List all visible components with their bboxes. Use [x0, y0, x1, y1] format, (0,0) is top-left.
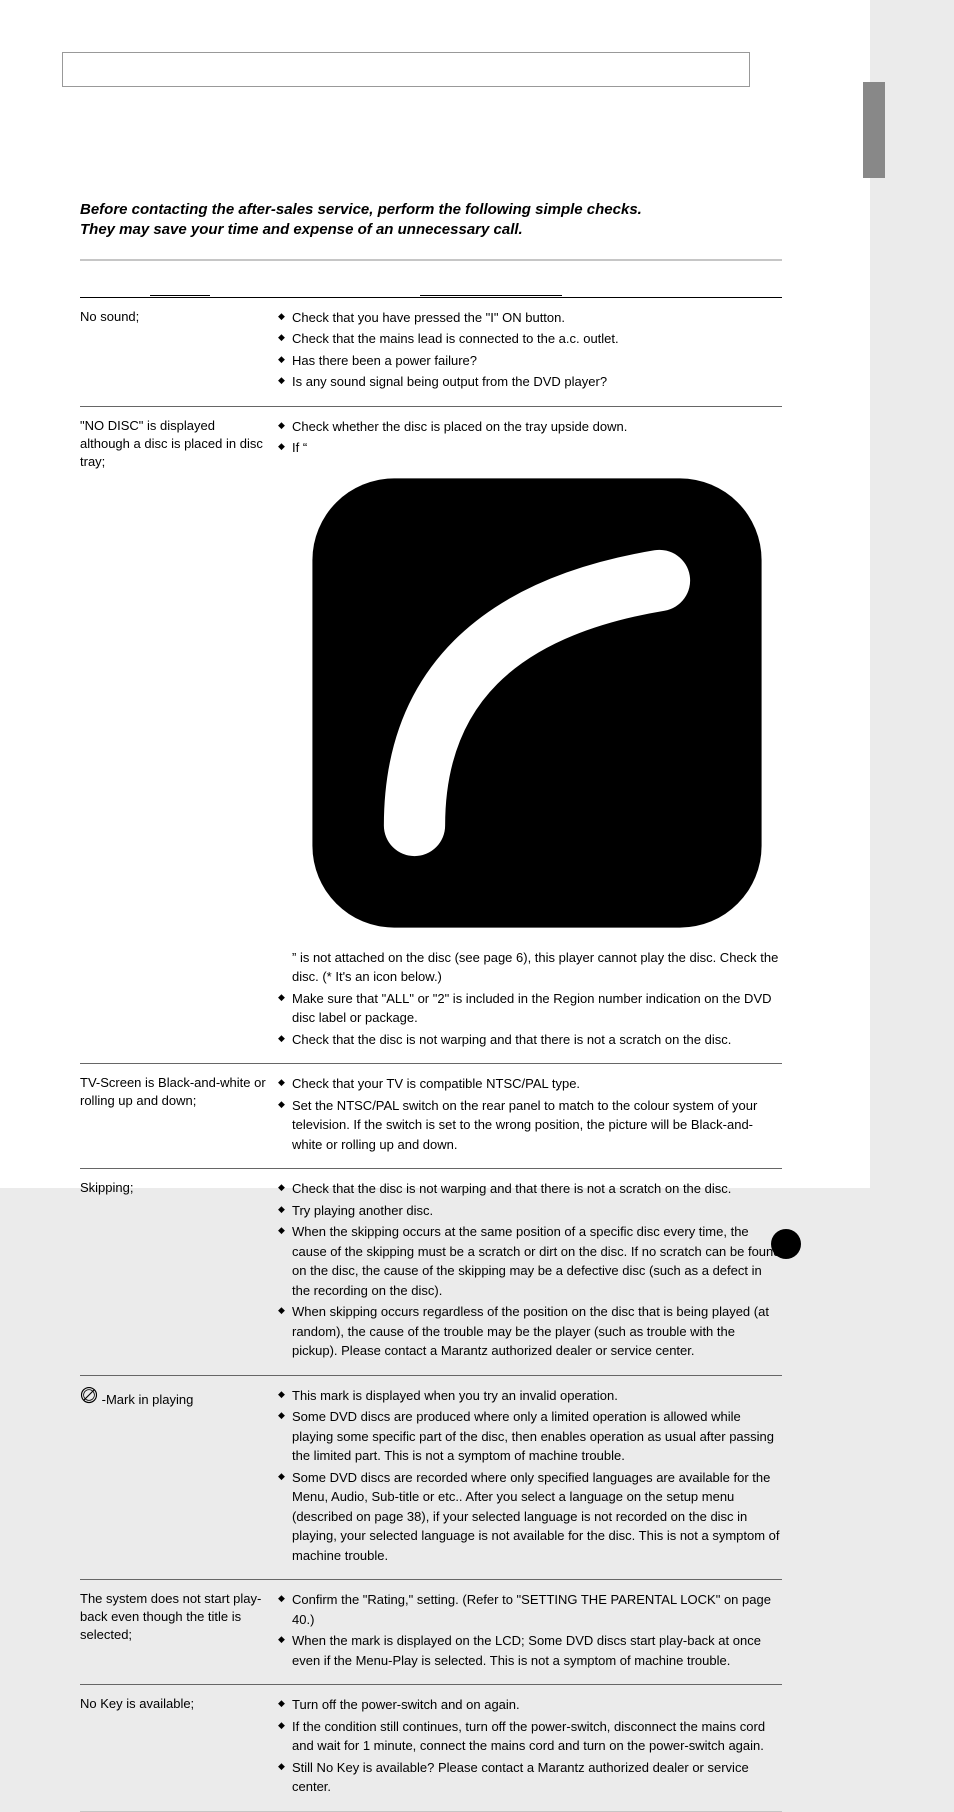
explanation-item: Has there been a power failure? [278, 351, 782, 371]
table-row: The system does not start play-back even… [80, 1580, 782, 1685]
explanation-item: Some DVD discs are recorded where only s… [278, 1468, 782, 1566]
explanation-cell: Check that you have pressed the "I" ON b… [278, 308, 782, 394]
intro-line-2: They may save your time and expense of a… [80, 221, 523, 238]
explanation-item: When the mark is displayed on the LCD; S… [278, 1631, 782, 1670]
page-background: Before contacting the after-sales servic… [0, 0, 885, 1335]
explanation-item: Some DVD discs are produced where only a… [278, 1407, 782, 1466]
explanation-cell: Confirm the "Rating," setting. (Refer to… [278, 1590, 782, 1672]
compact-disc-icon [292, 458, 782, 948]
explanation-item: Make sure that "ALL" or "2" is included … [278, 989, 782, 1028]
explanation-item: This mark is displayed when you try an i… [278, 1386, 782, 1406]
explanation-item: If the condition still continues, turn o… [278, 1717, 782, 1756]
explanation-item: If “ ” is not attached on the disc (see … [278, 438, 782, 987]
problem-text: -Mark in playing [102, 1392, 194, 1407]
explanation-item: When the skipping occurs at the same pos… [278, 1222, 782, 1300]
problem-cell: No sound; [80, 308, 278, 394]
title-box [62, 52, 750, 87]
intro-text: Before contacting the after-sales servic… [80, 200, 782, 241]
explanation-item: Confirm the "Rating," setting. (Refer to… [278, 1590, 782, 1629]
table-row: -Mark in playing This mark is displayed w… [80, 1376, 782, 1581]
explanation-item: Try playing another disc. [278, 1201, 782, 1221]
problem-cell: TV-Screen is Black-and-white or rolling … [80, 1074, 278, 1156]
explanation-item: Check that the mains lead is connected t… [278, 329, 782, 349]
explanation-cell: This mark is displayed when you try an i… [278, 1386, 782, 1568]
explanation-cell: Turn off the power-switch and on again.I… [278, 1695, 782, 1799]
intro-line-1: Before contacting the after-sales servic… [80, 201, 642, 218]
problem-cell: -Mark in playing [80, 1386, 278, 1568]
explanation-item: Still No Key is available? Please contac… [278, 1758, 782, 1797]
problem-cell: No Key is available; [80, 1695, 278, 1799]
explanation-item: When skipping occurs regardless of the p… [278, 1302, 782, 1361]
table-header-row: Problem Explanation/Solution [80, 275, 782, 295]
page-number-circle [771, 1229, 801, 1259]
table-row: TV-Screen is Black-and-white or rolling … [80, 1064, 782, 1169]
problem-cell: The system does not start play-back even… [80, 1590, 278, 1672]
column-header-explanation: Explanation/Solution [420, 275, 782, 295]
content-area: Before contacting the after-sales servic… [80, 200, 782, 1812]
table-row: Skipping;Check that the disc is not warp… [80, 1169, 782, 1376]
table-row: No Key is available;Turn off the power-s… [80, 1685, 782, 1812]
table-row: "NO DISC" is displayed although a disc i… [80, 407, 782, 1065]
problem-cell: "NO DISC" is displayed although a disc i… [80, 417, 278, 1052]
explanation-item: Check that your TV is compatible NTSC/PA… [278, 1074, 782, 1094]
explanation-item: Check that you have pressed the "I" ON b… [278, 308, 782, 328]
explanation-cell: Check whether the disc is placed on the … [278, 417, 782, 1052]
separator-top [80, 259, 782, 261]
prohibited-icon [80, 1386, 98, 1404]
table-body: No sound;Check that you have pressed the… [80, 298, 782, 1812]
explanation-item: Is any sound signal being output from th… [278, 372, 782, 392]
explanation-item: Check that the disc is not warping and t… [278, 1030, 782, 1050]
table-row: No sound;Check that you have pressed the… [80, 298, 782, 407]
edge-tab [863, 82, 885, 178]
explanation-item: Check whether the disc is placed on the … [278, 417, 782, 437]
explanation-item: Set the NTSC/PAL switch on the rear pane… [278, 1096, 782, 1155]
explanation-item: Turn off the power-switch and on again. [278, 1695, 782, 1715]
column-header-problem: Problem [80, 275, 420, 295]
explanation-item: Check that the disc is not warping and t… [278, 1179, 782, 1199]
explanation-cell: Check that your TV is compatible NTSC/PA… [278, 1074, 782, 1156]
